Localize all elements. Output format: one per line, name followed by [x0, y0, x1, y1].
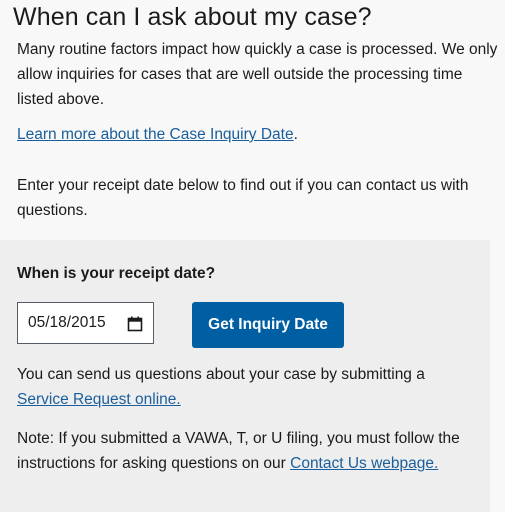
receipt-date-value: 05/18/2015	[28, 314, 106, 331]
intro-paragraph: Many routine factors impact how quickly …	[17, 41, 498, 108]
learn-more-suffix: .	[293, 126, 298, 143]
page-title: When can I ask about my case?	[13, 3, 372, 31]
learn-more-line: Learn more about the Case Inquiry Date.	[17, 122, 298, 147]
case-inquiry-date-link[interactable]: Learn more about the Case Inquiry Date	[17, 126, 294, 143]
case-inquiry-page: When can I ask about my case? Many routi…	[0, 0, 505, 512]
receipt-date-heading: When is your receipt date?	[17, 265, 216, 282]
receipt-date-input[interactable]: 05/18/2015	[17, 302, 154, 344]
enter-receipt-instructions: Enter your receipt date below to find ou…	[17, 177, 469, 219]
get-inquiry-date-button[interactable]: Get Inquiry Date	[192, 302, 344, 348]
service-request-prefix: You can send us questions about your cas…	[17, 366, 425, 383]
contact-us-link[interactable]: Contact Us webpage.	[290, 455, 438, 472]
calendar-icon[interactable]	[127, 316, 143, 332]
service-request-link[interactable]: Service Request online.	[17, 391, 181, 408]
vawa-note-paragraph: Note: If you submitted a VAWA, T, or U f…	[17, 426, 467, 476]
service-request-paragraph: You can send us questions about your cas…	[17, 362, 457, 412]
receipt-date-panel: When is your receipt date? 05/18/2015 Ge…	[0, 240, 490, 512]
